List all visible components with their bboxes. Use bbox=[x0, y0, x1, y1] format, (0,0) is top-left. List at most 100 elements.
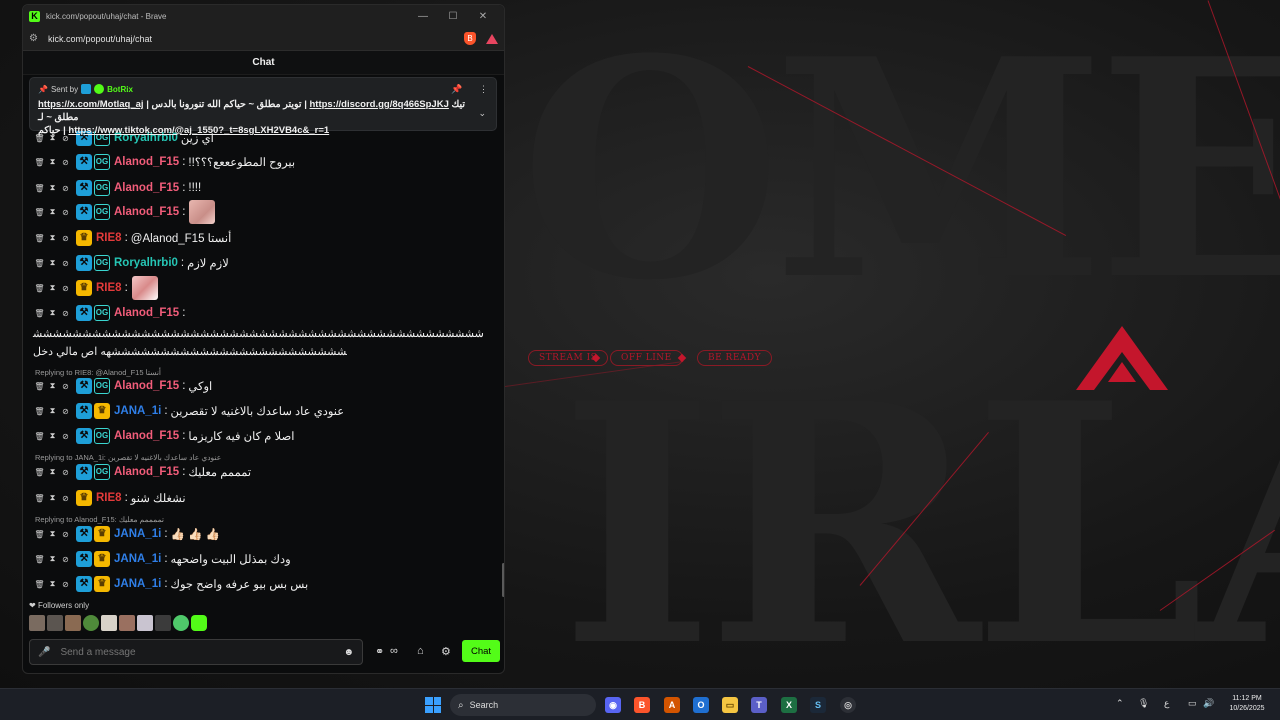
timeout-icon[interactable]: ⧗ bbox=[46, 467, 59, 477]
delete-icon[interactable]: 🗑 bbox=[33, 208, 46, 217]
username[interactable]: RIE8 bbox=[96, 492, 122, 504]
ban-icon[interactable]: ⊘ bbox=[59, 158, 72, 167]
more-options-icon[interactable]: ⋮ bbox=[479, 84, 488, 94]
delete-icon[interactable]: 🗑 bbox=[33, 309, 46, 318]
timeout-icon[interactable]: ⧗ bbox=[46, 554, 59, 564]
emote-button[interactable] bbox=[137, 615, 153, 631]
emote-button[interactable] bbox=[47, 615, 63, 631]
outlook-icon[interactable]: O bbox=[693, 697, 709, 713]
brave-rewards-icon[interactable] bbox=[486, 33, 498, 44]
delete-icon[interactable]: 🗑 bbox=[33, 432, 46, 441]
ban-icon[interactable]: ⊘ bbox=[59, 468, 72, 477]
timeout-icon[interactable]: ⧗ bbox=[46, 207, 59, 217]
ban-icon[interactable]: ⊘ bbox=[59, 208, 72, 217]
username[interactable]: Alanod_F15 bbox=[114, 156, 179, 168]
delete-icon[interactable]: 🗑 bbox=[33, 530, 46, 539]
brave-icon[interactable]: B bbox=[634, 697, 650, 713]
ban-icon[interactable]: ⊘ bbox=[59, 309, 72, 318]
timeout-icon[interactable]: ⧗ bbox=[46, 157, 59, 167]
delete-icon[interactable]: 🗑 bbox=[33, 382, 46, 391]
emoji-picker-icon[interactable]: ☻ bbox=[343, 647, 354, 658]
kicks-icon[interactable]: ⚭ bbox=[375, 645, 384, 658]
username[interactable]: Alanod_F15 bbox=[114, 466, 179, 478]
url-field[interactable]: kick.com/popout/uhaj/chat bbox=[48, 34, 464, 44]
excel-icon[interactable]: X bbox=[781, 697, 797, 713]
settings-icon[interactable]: ⚙ bbox=[441, 645, 451, 658]
delete-icon[interactable]: 🗑 bbox=[33, 494, 46, 503]
infinity-icon[interactable]: ∞ bbox=[390, 645, 398, 657]
ban-icon[interactable]: ⊘ bbox=[59, 494, 72, 503]
timeout-icon[interactable]: ⧗ bbox=[46, 308, 59, 318]
timeout-icon[interactable]: ⧗ bbox=[46, 258, 59, 268]
unpin-icon[interactable]: 📌 bbox=[451, 84, 462, 94]
network-icon[interactable]: ▭ bbox=[1188, 698, 1197, 709]
send-chat-button[interactable]: Chat bbox=[462, 640, 500, 662]
timeout-icon[interactable]: ⧗ bbox=[46, 529, 59, 539]
username[interactable]: JANA_1i bbox=[114, 528, 161, 540]
discord-icon[interactable]: ◉ bbox=[605, 697, 621, 713]
emote-button[interactable] bbox=[155, 615, 171, 631]
timeout-icon[interactable]: ⧗ bbox=[46, 381, 59, 391]
bot-name[interactable]: BotRix bbox=[107, 85, 133, 94]
close-icon[interactable]: ✕ bbox=[468, 11, 498, 22]
timeout-icon[interactable]: ⧗ bbox=[46, 493, 59, 503]
language-indicator[interactable]: ع bbox=[1164, 698, 1169, 709]
ban-icon[interactable]: ⊘ bbox=[59, 407, 72, 416]
pinned-link-discord[interactable]: https://discord.gg/8q466SpJKJ bbox=[310, 99, 449, 110]
microphone-icon[interactable]: 🎤 bbox=[38, 647, 50, 658]
username[interactable]: RIE8 bbox=[96, 232, 122, 244]
minimize-icon[interactable]: — bbox=[408, 11, 438, 22]
ban-icon[interactable]: ⊘ bbox=[59, 234, 72, 243]
delete-icon[interactable]: 🗑 bbox=[33, 555, 46, 564]
emote-button[interactable] bbox=[101, 615, 117, 631]
delete-icon[interactable]: 🗑 bbox=[33, 234, 46, 243]
maximize-icon[interactable]: ☐ bbox=[438, 11, 468, 22]
timeout-icon[interactable]: ⧗ bbox=[46, 431, 59, 441]
teams-icon[interactable]: T bbox=[751, 697, 767, 713]
username[interactable]: Alanod_F15 bbox=[114, 430, 179, 442]
delete-icon[interactable]: 🗑 bbox=[33, 407, 46, 416]
chevron-down-icon[interactable]: ⌄ bbox=[478, 108, 486, 119]
emote-button[interactable] bbox=[191, 615, 207, 631]
username[interactable]: Alanod_F15 bbox=[114, 206, 179, 218]
ban-icon[interactable]: ⊘ bbox=[59, 432, 72, 441]
ban-icon[interactable]: ⊘ bbox=[59, 382, 72, 391]
ban-icon[interactable]: ⊘ bbox=[59, 555, 72, 564]
ban-icon[interactable]: ⊘ bbox=[59, 184, 72, 193]
username[interactable]: RIE8 bbox=[96, 282, 122, 294]
scrollbar-thumb[interactable] bbox=[502, 563, 504, 597]
ban-icon[interactable]: ⊘ bbox=[59, 259, 72, 268]
emote-button[interactable] bbox=[83, 615, 99, 631]
brave-shield-icon[interactable]: B bbox=[464, 32, 476, 45]
timeout-icon[interactable]: ⧗ bbox=[46, 183, 59, 193]
ban-icon[interactable]: ⊘ bbox=[59, 580, 72, 589]
pinned-link-tiktok[interactable]: https://www.tiktok.com/@aj_1550?_t=8sgLX… bbox=[68, 125, 329, 136]
delete-icon[interactable]: 🗑 bbox=[33, 468, 46, 477]
username[interactable]: JANA_1i bbox=[114, 405, 161, 417]
taskbar-search[interactable]: ⌕ Search bbox=[450, 694, 596, 716]
system-clock[interactable]: 11:12 PM 10/26/2025 bbox=[1222, 694, 1272, 714]
site-settings-icon[interactable]: ⚙ bbox=[29, 33, 38, 44]
emote-button[interactable] bbox=[65, 615, 81, 631]
username[interactable]: Alanod_F15 bbox=[114, 307, 179, 319]
ban-icon[interactable]: ⊘ bbox=[59, 530, 72, 539]
pinned-link-x[interactable]: https://x.com/Motlaq_aj bbox=[38, 99, 144, 110]
delete-icon[interactable]: 🗑 bbox=[33, 284, 46, 293]
username[interactable]: Roryalhrbi0 bbox=[114, 257, 178, 269]
timeout-icon[interactable]: ⧗ bbox=[46, 406, 59, 416]
microphone-tray-icon[interactable]: 🎙 bbox=[1138, 698, 1149, 709]
chevron-up-icon[interactable]: ⌃ bbox=[1116, 698, 1124, 709]
username[interactable]: Alanod_F15 bbox=[114, 380, 179, 392]
emote-button[interactable] bbox=[119, 615, 135, 631]
volume-icon[interactable]: 🔊 bbox=[1203, 698, 1214, 709]
steam-icon[interactable]: S bbox=[810, 697, 826, 713]
ban-icon[interactable]: ⊘ bbox=[59, 284, 72, 293]
username[interactable]: Alanod_F15 bbox=[114, 182, 179, 194]
store-icon[interactable]: ⌂ bbox=[417, 645, 424, 657]
delete-icon[interactable]: 🗑 bbox=[33, 184, 46, 193]
pinned-message[interactable]: 📌 Sent by BotRix 📌 ⋮ https://x.com/Motla… bbox=[29, 77, 497, 136]
file-explorer-icon[interactable]: ▭ bbox=[722, 697, 738, 713]
username[interactable]: JANA_1i bbox=[114, 578, 161, 590]
windows-start-icon[interactable] bbox=[425, 697, 441, 713]
app-icon[interactable]: ◎ bbox=[840, 697, 856, 713]
